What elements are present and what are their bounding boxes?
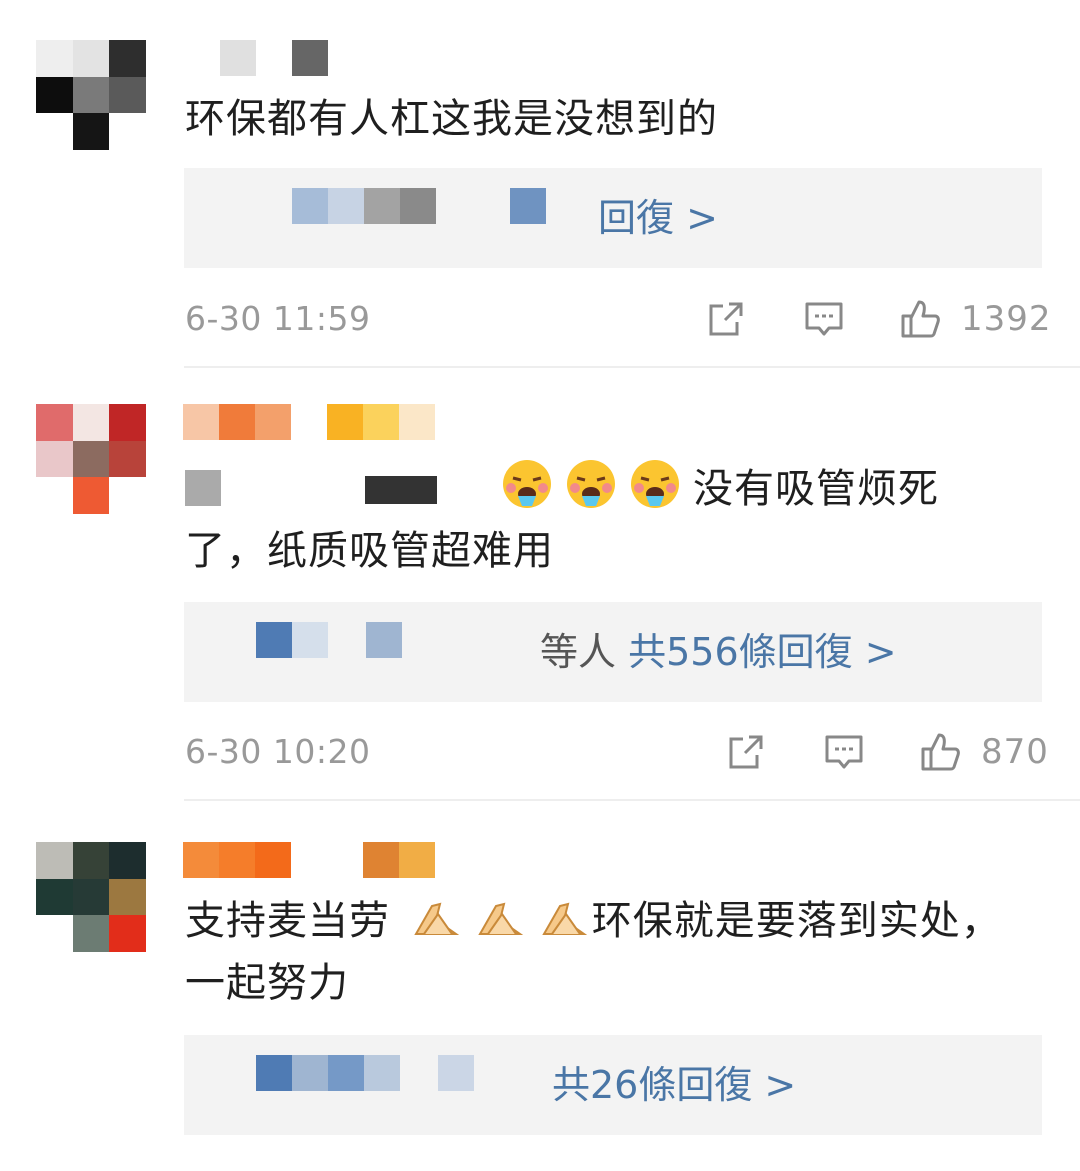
reply-preview-box[interactable]: 回復 > bbox=[184, 168, 1042, 268]
tired-face-emoji bbox=[567, 460, 615, 508]
avatar[interactable] bbox=[36, 842, 146, 952]
reply-count-link[interactable]: 回復 > bbox=[598, 188, 718, 248]
avatar[interactable] bbox=[36, 40, 146, 150]
comment-text: 支持麦当劳 环保就是要落到实处， 一起努力 bbox=[185, 890, 1045, 1014]
comment-text: 没有吸管烦死 了，纸质吸管超难用 bbox=[185, 458, 1045, 582]
username-blurred[interactable] bbox=[183, 404, 435, 440]
pray-hands-emoji bbox=[477, 902, 523, 935]
avatar[interactable] bbox=[36, 404, 146, 514]
reply-count-link[interactable]: 等人 共556條回復 > bbox=[540, 622, 897, 682]
comment-item: 支持麦当劳 环保就是要落到实处， 一起努力 共26條回復 > bbox=[0, 800, 1080, 1171]
username-blurred[interactable] bbox=[183, 842, 435, 878]
divider bbox=[184, 366, 1080, 368]
reply-count-link[interactable]: 共26條回復 > bbox=[552, 1055, 796, 1115]
comment-item: 环保都有人杠这我是没想到的 回復 > 6-30 11:59 1392 bbox=[0, 0, 1080, 370]
comment-icon[interactable] bbox=[803, 298, 845, 340]
username-blurred[interactable] bbox=[183, 40, 328, 76]
reply-preview-box[interactable]: 共26條回復 > bbox=[184, 1035, 1042, 1135]
pray-hands-emoji bbox=[413, 902, 459, 935]
comment-icon[interactable] bbox=[823, 731, 865, 773]
comment-meta: 6-30 11:59 1392 bbox=[185, 294, 1051, 344]
like-count: 870 bbox=[981, 732, 1049, 772]
tired-face-emoji bbox=[503, 460, 551, 508]
pray-hands-emoji bbox=[541, 902, 587, 935]
comment-meta: 6-30 10:20 870 bbox=[185, 727, 1048, 777]
like-icon[interactable] bbox=[919, 731, 961, 773]
timestamp: 6-30 10:20 bbox=[185, 732, 371, 771]
share-icon[interactable] bbox=[705, 298, 747, 340]
share-icon[interactable] bbox=[725, 731, 767, 773]
like-icon[interactable] bbox=[899, 298, 941, 340]
comment-text: 环保都有人杠这我是没想到的 bbox=[185, 96, 718, 142]
like-count: 1392 bbox=[961, 299, 1052, 339]
timestamp: 6-30 11:59 bbox=[185, 299, 371, 338]
comment-item: 没有吸管烦死 了，纸质吸管超难用 等人 共556條回復 > 6-30 10:20… bbox=[0, 370, 1080, 800]
reply-preview-box[interactable]: 等人 共556條回復 > bbox=[184, 602, 1042, 702]
tired-face-emoji bbox=[631, 460, 679, 508]
